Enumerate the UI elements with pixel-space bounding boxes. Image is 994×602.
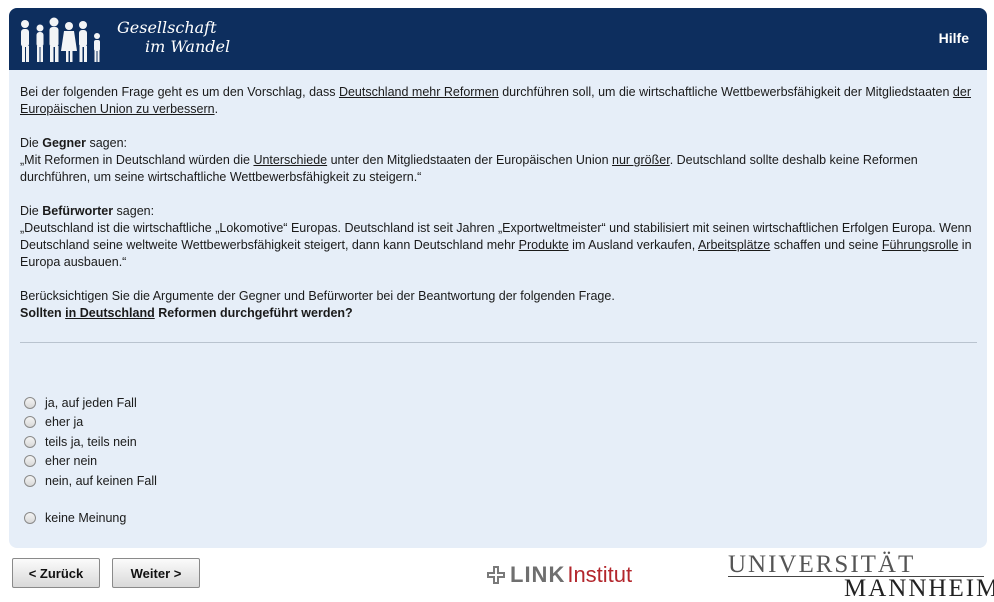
people-silhouette-logo [21, 17, 100, 62]
radio-button[interactable] [24, 416, 36, 429]
intro-text-1: Bei der folgenden Frage geht es um den V… [20, 85, 339, 99]
logo-title: Gesellschaft im Wandel [117, 18, 230, 56]
option-label: eher ja [45, 415, 84, 430]
opponents-label-pre: Die [20, 136, 43, 150]
logo-line-1: Gesellschaft [117, 18, 217, 37]
link-unterschiede[interactable]: Unterschiede [253, 153, 327, 167]
radio-button[interactable] [24, 455, 36, 468]
radio-button[interactable] [24, 435, 36, 448]
intro-text-3: . [214, 102, 219, 116]
radio-button[interactable] [24, 474, 36, 487]
option-eher-ja[interactable]: eher ja [24, 413, 157, 433]
uni-logo-divider [728, 576, 984, 577]
intro-paragraph: Bei der folgenden Frage geht es um den V… [20, 84, 978, 118]
link-arbeitsplaetze[interactable]: Arbeitsplätze [698, 238, 770, 252]
uni-logo-line-2: MANNHEIM [844, 575, 994, 602]
link-fuehrungsrolle[interactable]: Führungsrolle [882, 238, 958, 252]
opponents-label-bold: Gegner [42, 136, 86, 150]
question-pre: Sollten [20, 306, 66, 320]
universitaet-mannheim-logo: UNIVERSITÄT MANNHEIM [728, 552, 994, 602]
supporters-label-bold: Befürworter [42, 204, 114, 218]
link-nur-groesser[interactable]: nur größer [612, 153, 670, 167]
supporters-quote: „Deutschland ist die wirtschaftliche „Lo… [20, 220, 978, 271]
question-text-area: Bei der folgenden Frage geht es um den V… [20, 84, 978, 322]
next-button[interactable]: Weiter > [112, 558, 200, 588]
header-bar: Gesellschaft im Wandel Hilfe [9, 8, 987, 70]
radio-button[interactable] [24, 396, 36, 409]
supporters-text-2: im Ausland verkaufen, [568, 238, 698, 252]
survey-panel: Gesellschaft im Wandel Hilfe Bei der fol… [9, 8, 987, 548]
question-post: Reformen durchgeführt werden? [154, 306, 353, 320]
option-keine-meinung[interactable]: keine Meinung [24, 509, 157, 529]
answer-options: ja, auf jeden Fall eher ja teils ja, tei… [24, 393, 157, 528]
link-institut-logo: LINK Institut [486, 560, 632, 590]
opponents-quote: „Mit Reformen in Deutschland würden die … [20, 152, 978, 186]
instruction-text: Berücksichtigen Sie die Argumente der Ge… [20, 289, 615, 303]
help-link[interactable]: Hilfe [939, 30, 969, 46]
link-cross-icon [486, 565, 506, 585]
option-nein-auf-keinen-fall[interactable]: nein, auf keinen Fall [24, 471, 157, 491]
intro-text-2: durchführen soll, um die wirtschaftliche… [498, 85, 953, 99]
link-deutschland-mehr-reformen[interactable]: Deutschland mehr Reformen [339, 85, 499, 99]
supporters-label: Die Befürworter sagen: [20, 203, 978, 220]
opponents-text-2: unter den Mitgliedstaaten der Europäisch… [327, 153, 613, 167]
back-button[interactable]: < Zurück [12, 558, 100, 588]
option-label: teils ja, teils nein [45, 434, 137, 449]
opponents-text-1: „Mit Reformen in Deutschland würden die [20, 153, 254, 167]
question-heading: Sollten in Deutschland Reformen durchgef… [20, 305, 978, 322]
radio-button[interactable] [24, 512, 36, 525]
supporters-text-3: schaffen und seine [770, 238, 882, 252]
link-logo-word: LINK [510, 562, 566, 587]
institut-logo-word: Institut [567, 562, 633, 587]
option-label: keine Meinung [45, 511, 127, 526]
link-produkte[interactable]: Produkte [519, 238, 569, 252]
logo-line-2: im Wandel [145, 37, 231, 56]
option-ja-auf-jeden-fall[interactable]: ja, auf jeden Fall [24, 393, 157, 413]
option-teils-ja-teils-nein[interactable]: teils ja, teils nein [24, 432, 157, 452]
option-label: eher nein [45, 454, 98, 469]
opponents-label-post: sagen: [86, 136, 128, 150]
option-label: nein, auf keinen Fall [45, 473, 157, 488]
supporters-label-post: sagen: [113, 204, 155, 218]
option-label: ja, auf jeden Fall [45, 395, 137, 410]
question-divider [20, 342, 977, 343]
supporters-label-pre: Die [20, 204, 43, 218]
link-in-deutschland[interactable]: in Deutschland [65, 306, 155, 320]
opponents-label: Die Gegner sagen: [20, 135, 978, 152]
option-eher-nein[interactable]: eher nein [24, 452, 157, 472]
